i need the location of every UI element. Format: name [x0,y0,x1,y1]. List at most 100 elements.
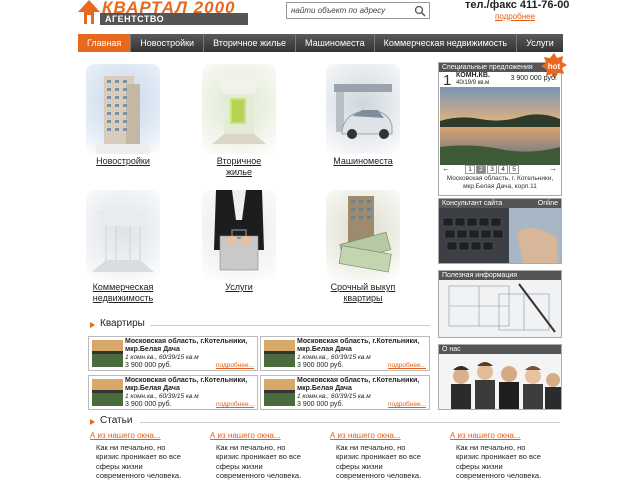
pager-prev-arrow[interactable]: ← [442,164,450,173]
offer-pager: ← 1 2 3 4 5 → [439,164,561,174]
consultant-heading: Консультант сайта Online [439,199,561,208]
apartment-card[interactable]: Московская область, г.Котельники, мкр.Бе… [260,336,430,371]
tile-services[interactable]: Услуги [184,190,294,293]
nav-item-home[interactable]: Главная [78,34,132,52]
nav-item-commercial[interactable]: Коммерческая недвижимость [375,34,518,52]
parking-car-image [326,64,400,154]
blueprint-image [439,280,561,337]
house-arrow-icon [78,0,100,24]
apartments-heading: Квартиры [88,318,145,330]
offer-address-line: Московская область, г. Котельники, [446,175,554,182]
nav-item-new-buildings[interactable]: Новостройки [131,34,205,52]
article-title[interactable]: А из нашего окна... [328,431,430,440]
tile-secondary[interactable]: Вторичное жилье [184,64,294,178]
phone-number: тел./факс 411-76-00 [465,0,570,11]
about-heading: О нас [439,345,561,354]
businessman-image [202,190,276,280]
useful-info-title: Полезная информация [442,272,518,279]
apartment-price: 3 900 000 руб. [297,401,344,408]
money-building-image [326,190,400,280]
apartment-spec: 1 комн.кв., 60/39/15 кв.м [125,354,199,361]
article-text: Как ни печально, но кризис проникает во … [216,443,302,480]
offer-price: 3 900 000 руб. [510,75,557,82]
article-item: А из нашего окна... Как ни печально, но … [208,431,310,480]
apartment-price: 3 900 000 руб. [125,362,172,369]
article-title[interactable]: А из нашего окна... [208,431,310,440]
article-title[interactable]: А из нашего окна... [448,431,550,440]
apartment-more-link[interactable]: подробнее... [216,362,254,369]
pager-page[interactable]: 5 [509,165,519,174]
tile-label[interactable]: Коммерческая недвижимость [89,282,157,304]
offer-photo[interactable] [440,87,560,165]
offer-type: КОМН.КВ. [456,72,490,79]
apartment-photo [264,340,295,367]
apartment-card[interactable]: Московская область, г.Котельники, мкр.Бе… [88,375,258,410]
article-text: Как ни печально, но кризис проникает во … [336,443,422,480]
tile-commercial[interactable]: Коммерческая недвижимость [68,190,178,304]
apartment-photo [92,379,123,406]
apartment-spec: 1 комн.кв., 60/39/15 кв.м [297,393,371,400]
tile-label[interactable]: Срочный выкуп квартиры [328,282,398,304]
nav-item-parking[interactable]: Машиноместа [296,34,375,52]
pager-page-current[interactable]: 2 [476,165,486,174]
new-building-image [86,64,160,154]
tile-buyout[interactable]: Срочный выкуп квартиры [308,190,418,304]
useful-info-box[interactable]: Полезная информация [438,270,562,338]
divider [150,325,430,326]
hot-badge-label: hot [548,62,561,71]
tile-label[interactable]: Машиноместа [308,156,418,167]
article-text: Как ни печально, но кризис проникает во … [456,443,542,480]
tile-parking[interactable]: Машиноместа [308,64,418,167]
team-photo [439,354,561,409]
apartment-price: 3 900 000 руб. [125,401,172,408]
apartment-more-link[interactable]: подробнее... [216,401,254,408]
pager-page[interactable]: 4 [498,165,508,174]
pager-page[interactable]: 3 [487,165,497,174]
article-item: А из нашего окна... Как ни печально, но … [328,431,430,480]
nav-item-services[interactable]: Услуги [517,34,563,52]
nav-item-secondary[interactable]: Вторичное жилье [204,34,297,52]
apartment-more-link[interactable]: подробнее... [388,362,426,369]
room-interior-image [202,64,276,154]
article-text: Как ни печально, но кризис проникает во … [96,443,182,480]
tile-label[interactable]: Услуги [184,282,294,293]
apartment-photo [92,340,123,367]
useful-info-heading: Полезная информация [439,271,561,280]
search-box [286,2,430,19]
office-interior-image [86,190,160,280]
apartment-photo [264,379,295,406]
consultant-title: Консультант сайта [442,200,503,207]
special-offers-box: Специальные предложения hot 1 КОМН.КВ. 4… [438,53,567,196]
search-input[interactable] [291,4,409,17]
article-title[interactable]: А из нашего окна... [88,431,190,440]
article-item: А из нашего окна... Как ни печально, но … [448,431,550,480]
offer-address-line: мкр.Белая Дача, корп.11 [463,183,537,190]
tile-new-buildings[interactable]: Новостройки [68,64,178,167]
apartment-address: Московская область, г.Котельники, мкр.Бе… [125,338,248,353]
offer-address: Московская область, г. Котельники, мкр.Б… [439,175,561,191]
apartment-address: Московская область, г.Котельники, мкр.Бе… [125,377,248,392]
about-box[interactable]: О нас [438,344,562,410]
apartment-card[interactable]: Московская область, г.Котельники, мкр.Бе… [88,336,258,371]
keyboard-image [439,208,561,263]
apartment-card[interactable]: Московская область, г.Котельники, мкр.Бе… [260,375,430,410]
apartment-price: 3 900 000 руб. [297,362,344,369]
apartment-spec: 1 комн.кв., 60/39/15 кв.м [125,393,199,400]
apartment-spec: 1 комн.кв., 60/39/15 кв.м [297,354,371,361]
phone-more-link[interactable]: подробнее [495,12,535,21]
pager-next-arrow[interactable]: → [549,164,557,173]
tile-label[interactable]: Вторичное жилье [209,156,269,178]
pager-page[interactable]: 1 [465,165,475,174]
offer-area: 40/19/9 кв.м [456,80,490,86]
articles-heading: Статьи [88,415,132,427]
search-icon[interactable] [414,5,426,17]
about-title: О нас [442,346,461,353]
consultant-status: Online [537,200,558,207]
logo[interactable]: КВАРТАЛ 2000 АГЕНТСТВО НЕДВИЖИМОСТИ [78,0,248,36]
consultant-box[interactable]: Консультант сайта Online [438,198,562,264]
logo-subtitle: АГЕНТСТВО НЕДВИЖИМОСТИ [100,13,248,36]
apartment-more-link[interactable]: подробнее... [388,401,426,408]
main-nav: Главная Новостройки Вторичное жилье Маши… [78,34,563,52]
divider [140,422,560,423]
tile-label[interactable]: Новостройки [68,156,178,167]
